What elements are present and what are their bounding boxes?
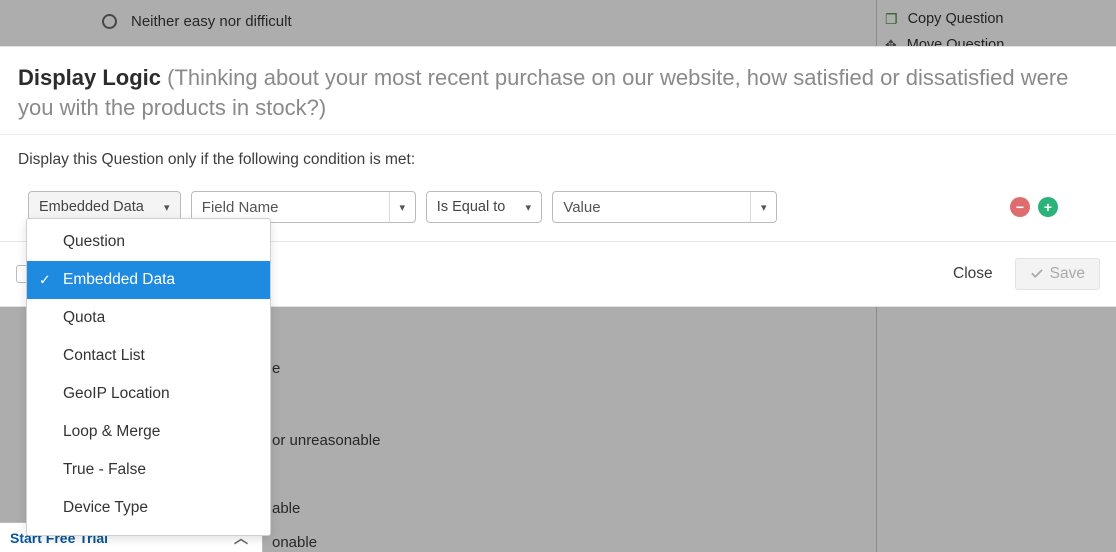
chevron-down-icon: ▾: [389, 192, 415, 222]
dropdown-selected-label: Is Equal to: [427, 199, 516, 215]
modal-title: Display Logic: [18, 65, 161, 90]
condition-source-option-label: Loop & Merge: [63, 423, 160, 441]
condition-source-option[interactable]: Contact List: [27, 337, 270, 375]
save-button[interactable]: Save: [1015, 258, 1100, 290]
condition-source-option-label: Device Type: [63, 499, 148, 517]
survey-answer-fragment: or unreasonable: [272, 432, 380, 449]
condition-source-option[interactable]: Quota: [27, 299, 270, 337]
condition-source-menu: Question ✓ Embedded Data Quota Contact List G…: [26, 218, 271, 536]
save-button-label: Save: [1050, 265, 1085, 283]
remove-condition-button[interactable]: −: [1010, 197, 1030, 217]
modal-header: Display Logic (Thinking about your most …: [0, 47, 1116, 135]
condition-source-option[interactable]: GeoIP Location: [27, 375, 270, 413]
condition-operator-dropdown[interactable]: Is Equal to ▾: [426, 191, 543, 223]
chevron-down-icon: ▾: [515, 192, 541, 222]
check-icon: [1030, 267, 1044, 281]
dropdown-placeholder: Value: [553, 199, 750, 216]
survey-answer-fragment: able: [272, 500, 300, 517]
chevron-down-icon: ▾: [750, 192, 776, 222]
survey-answer-fragment: onable: [272, 534, 317, 551]
survey-answer-fragment: e: [272, 360, 280, 377]
condition-source-option[interactable]: Device Type: [27, 489, 270, 527]
radio-empty-icon: [102, 14, 117, 29]
condition-value-dropdown[interactable]: Value ▾: [552, 191, 777, 223]
sidebar-item-copy-question[interactable]: ❐ Copy Question: [885, 6, 1108, 32]
condition-source-option[interactable]: Loop & Merge: [27, 413, 270, 451]
condition-source-option[interactable]: Question: [27, 223, 270, 261]
add-condition-button[interactable]: +: [1038, 197, 1058, 217]
condition-source-option-label: Embedded Data: [63, 271, 175, 289]
dropdown-selected-label: Embedded Data: [29, 199, 154, 215]
copy-icon: ❐: [885, 11, 898, 28]
check-icon: ✓: [39, 272, 51, 289]
sidebar-item-label: Copy Question: [908, 11, 1004, 27]
condition-source-option-label: Quota: [63, 309, 105, 327]
close-button[interactable]: Close: [943, 261, 1003, 287]
dropdown-placeholder: Field Name: [192, 199, 389, 216]
condition-source-option-label: Question: [63, 233, 125, 251]
condition-intro-text: Display this Question only if the follow…: [18, 151, 1098, 169]
condition-source-option[interactable]: ✓ Embedded Data: [27, 261, 270, 299]
modal-subtitle: (Thinking about your most recent purchas…: [18, 65, 1068, 120]
condition-source-option-label: True - False: [63, 461, 146, 479]
condition-source-option-label: GeoIP Location: [63, 385, 170, 403]
condition-source-option[interactable]: True - False: [27, 451, 270, 489]
survey-answer-text: Neither easy nor difficult: [131, 13, 292, 30]
condition-source-option-label: Contact List: [63, 347, 145, 365]
